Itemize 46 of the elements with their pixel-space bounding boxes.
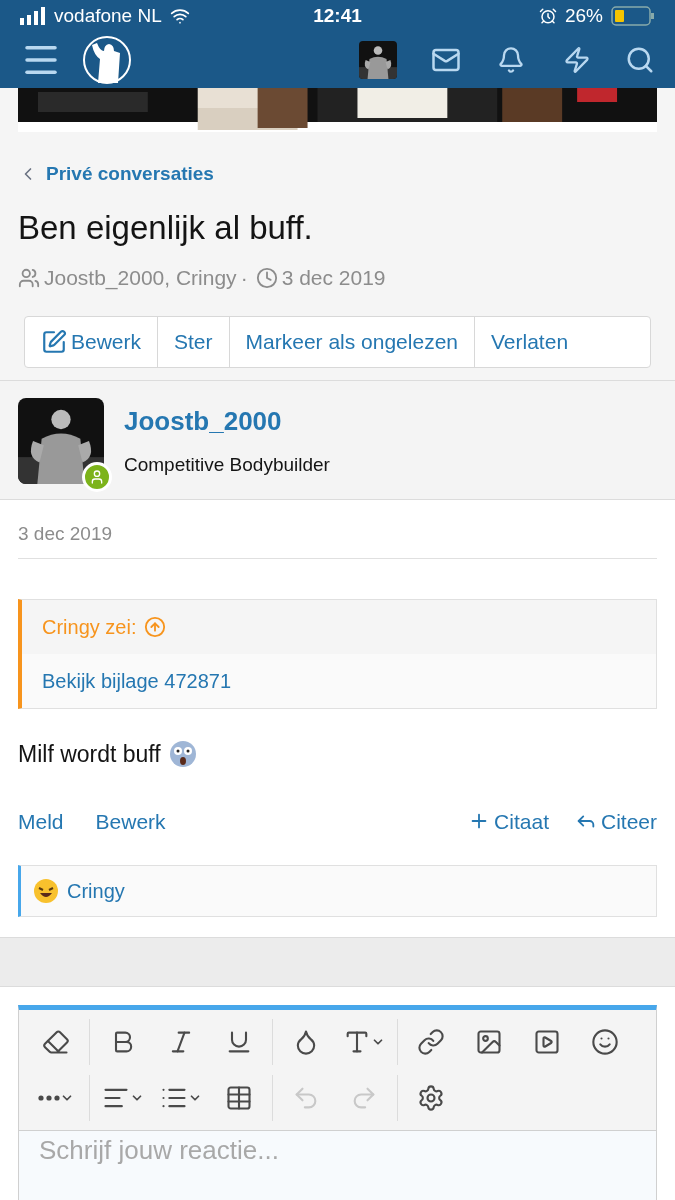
action-button[interactable]: Bewerk <box>25 316 158 367</box>
post-link[interactable]: Meld <box>18 805 64 837</box>
clock-time: 12:41 <box>313 3 362 28</box>
reaction-user[interactable]: Cringy <box>67 876 125 906</box>
reply-field[interactable]: Schrijf jouw reactie... <box>19 1131 656 1200</box>
account-avatar <box>359 41 397 79</box>
signal-icon <box>20 7 46 25</box>
wifi-icon <box>169 6 190 26</box>
image-icon <box>475 1028 503 1056</box>
eraser-icon <box>42 1028 70 1056</box>
table-icon <box>225 1084 253 1112</box>
carrier-name: vodafone NL <box>54 3 162 28</box>
quote-author: Cringy zei: <box>42 615 137 640</box>
action-button[interactable]: Verlaten <box>474 316 585 367</box>
search-icon[interactable] <box>625 45 655 75</box>
edit-icon <box>41 328 67 355</box>
conversation-date: 3 dec 2019 <box>281 265 386 291</box>
link-icon <box>417 1028 445 1056</box>
battery-percent: 26% <box>565 3 603 28</box>
action-button[interactable]: Markeer als ongelezen <box>228 316 474 367</box>
author-name[interactable]: Joostb_2000 <box>124 401 330 441</box>
post-date: 3 dec 2019 <box>18 499 657 559</box>
meta-separator: · <box>240 265 248 291</box>
action-button[interactable]: Ster <box>157 316 229 367</box>
post-link[interactable]: Citeer <box>574 805 657 837</box>
laughing-emoji-icon <box>33 878 59 904</box>
notifications-icon[interactable] <box>497 46 525 74</box>
settings-icon <box>417 1084 445 1112</box>
user-title: Competitive Bodybuilder <box>124 452 330 477</box>
post-link[interactable]: Citaat <box>468 805 549 837</box>
conversation-title: Ben eigenlijk al buff. <box>18 207 314 248</box>
breadcrumb-link[interactable]: Privé conversaties <box>18 160 657 189</box>
shocked-emoji-icon <box>168 740 197 769</box>
participants: Joostb_2000, Cringy <box>44 265 237 292</box>
post-link[interactable]: Bewerk <box>95 805 166 837</box>
message-text: Milf wordt buff <box>18 740 161 769</box>
lightning-icon[interactable] <box>563 46 591 74</box>
battery-icon <box>611 6 655 26</box>
participants-icon <box>18 266 40 289</box>
attachment-link[interactable]: Bekijk bijlage 472871 <box>42 666 232 696</box>
video-icon <box>533 1028 561 1056</box>
clock-icon <box>255 266 278 289</box>
more-icon <box>38 1095 60 1101</box>
smiley-icon <box>591 1028 619 1056</box>
alarm-icon <box>539 7 557 25</box>
logo-icon[interactable] <box>82 35 132 85</box>
